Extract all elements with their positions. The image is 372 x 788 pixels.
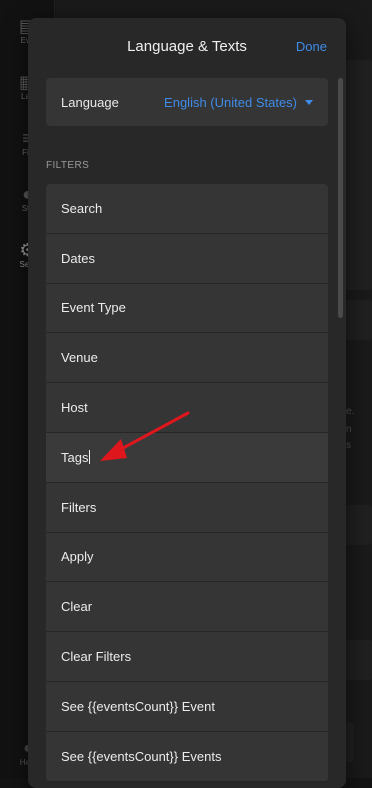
language-value: English (United States)	[164, 94, 297, 110]
background-text: n	[346, 424, 352, 435]
text-field-clear[interactable]: Clear	[46, 582, 328, 633]
text-field-tags[interactable]: Tags	[46, 432, 328, 483]
text-field-filters[interactable]: Filters	[46, 483, 328, 533]
background-text: e.	[346, 406, 355, 417]
language-row: Language English (United States)	[46, 78, 328, 126]
chevron-down-icon	[305, 99, 313, 105]
language-label: Language	[61, 94, 119, 110]
text-field-see-events[interactable]: See {{eventsCount}} Events	[46, 732, 328, 782]
text-field-host[interactable]: Host	[46, 383, 328, 433]
text-field-clear-filters[interactable]: Clear Filters	[46, 632, 328, 682]
text-field-see-event[interactable]: See {{eventsCount}} Event	[46, 682, 328, 732]
text-field-event-type[interactable]: Event Type	[46, 284, 328, 334]
background-text: s	[346, 440, 351, 451]
done-button[interactable]: Done	[296, 39, 327, 54]
dialog-scrollbar[interactable]	[338, 78, 343, 318]
dialog-header: Language & Texts Done	[28, 18, 346, 76]
text-cursor	[89, 450, 91, 465]
language-select[interactable]: English (United States)	[164, 95, 313, 110]
text-field-apply[interactable]: Apply	[46, 533, 328, 583]
language-texts-dialog: Language & Texts Done Language English (…	[28, 18, 346, 788]
filters-section-label: FILTERS	[46, 160, 90, 171]
filters-text-list: Search Dates Event Type Venue Host Tags …	[46, 184, 328, 782]
text-field-search[interactable]: Search	[46, 184, 328, 234]
text-field-dates[interactable]: Dates	[46, 234, 328, 284]
text-field-venue[interactable]: Venue	[46, 333, 328, 384]
